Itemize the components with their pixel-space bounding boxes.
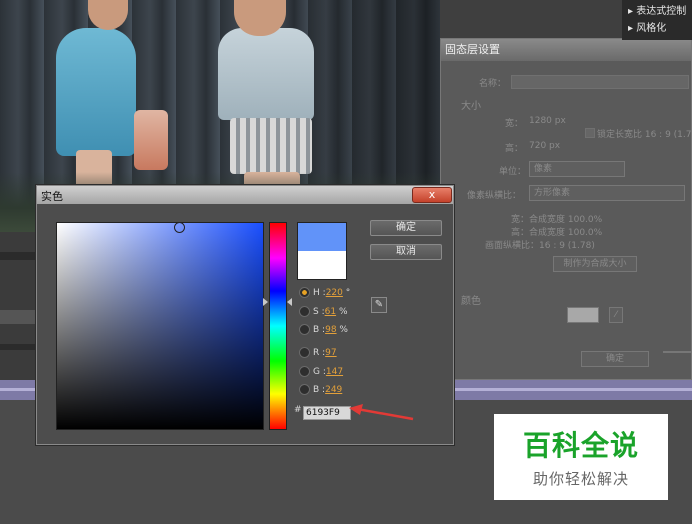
- hex-prefix: #: [294, 405, 302, 415]
- brightness-row: B :98 %: [299, 323, 348, 337]
- unit-label: 单位：: [499, 167, 527, 177]
- color-header: 颜色: [461, 296, 481, 307]
- hue-slider-handle-right[interactable]: [287, 298, 292, 306]
- hue-slider[interactable]: [269, 222, 287, 430]
- info-height: 高：合成宽度 100.0%: [511, 228, 603, 238]
- saturation-brightness-field[interactable]: [56, 222, 264, 430]
- size-header: 大小: [461, 101, 481, 112]
- width-value[interactable]: 1280 px: [529, 116, 566, 126]
- green-label: G: [313, 367, 320, 377]
- info-width: 宽：合成宽度 100.0%: [511, 215, 603, 225]
- red-radio[interactable]: [299, 347, 310, 358]
- effects-item[interactable]: ▸ 表达式控制: [622, 0, 692, 17]
- name-input[interactable]: [511, 75, 689, 89]
- info-frame-aspect: 画面纵横比：16 : 9 (1.78): [485, 241, 595, 251]
- hex-input[interactable]: 6193F9: [303, 406, 351, 420]
- girl-figure: [56, 28, 136, 156]
- red-arrow-annotation: [349, 404, 414, 421]
- eyedropper-icon[interactable]: ✎: [371, 297, 387, 313]
- blue-row: B :249: [299, 383, 342, 397]
- pixel-aspect-label: 像素纵横比：: [467, 191, 522, 201]
- saturation-label: S: [313, 307, 319, 317]
- color-swatch[interactable]: [567, 307, 599, 323]
- new-color-swatch: [298, 223, 346, 251]
- width-label: 宽：: [505, 119, 524, 129]
- layer-ok-button[interactable]: 确定: [581, 351, 649, 367]
- color-preview: [297, 222, 347, 280]
- solid-layer-settings-dialog: 固态层设置 名称： 大小 宽： 1280 px 高： 720 px 锁定长宽比 …: [440, 38, 692, 380]
- title-bar: [37, 186, 453, 204]
- hue-label: H: [313, 288, 320, 298]
- name-label: 名称：: [479, 79, 507, 89]
- brightness-unit: %: [339, 325, 348, 335]
- effects-presets-list: ▸ 表达式控制 ▸ 风格化: [622, 0, 692, 40]
- girl-head: [88, 0, 128, 30]
- boy-shorts: [230, 118, 312, 174]
- watermark-title: 百科全说: [522, 429, 639, 462]
- blue-label: B: [313, 385, 320, 395]
- blue-value[interactable]: 249: [325, 385, 342, 395]
- arrow-shaft: [356, 407, 414, 421]
- boy-figure: [218, 28, 314, 120]
- green-value[interactable]: 147: [326, 367, 343, 377]
- hue-unit: °: [345, 288, 351, 298]
- lock-aspect-checkbox[interactable]: [585, 128, 595, 138]
- arrow-head: [349, 404, 363, 415]
- hue-row: H :220 °: [299, 286, 350, 300]
- ok-button[interactable]: 确定: [370, 220, 442, 236]
- cancel-button[interactable]: 取消: [370, 244, 442, 260]
- red-value[interactable]: 97: [325, 348, 336, 358]
- green-row: G :147: [299, 365, 343, 379]
- green-radio[interactable]: [299, 366, 310, 377]
- lock-aspect-label: 锁定长宽比 16 : 9 (1.78): [597, 130, 692, 140]
- saturation-unit: %: [338, 307, 348, 317]
- watermark-subtitle: 助你轻松解决: [532, 470, 629, 488]
- saturation-radio[interactable]: [299, 306, 310, 317]
- hue-slider-handle-left[interactable]: [263, 298, 268, 306]
- basket: [134, 110, 168, 170]
- color-picker-cursor[interactable]: [174, 222, 185, 233]
- height-label: 高：: [505, 144, 524, 154]
- hue-radio[interactable]: [299, 287, 310, 298]
- layer-cancel-button[interactable]: [663, 351, 692, 353]
- red-label: R: [313, 348, 320, 358]
- dialog-title: 固态层设置: [441, 39, 691, 61]
- dialog-title: 实色: [41, 190, 63, 203]
- pixel-aspect-select[interactable]: 方形像素: [529, 185, 685, 201]
- make-comp-size-button[interactable]: 制作为合成大小: [553, 256, 637, 272]
- height-value[interactable]: 720 px: [529, 141, 560, 151]
- hue-value[interactable]: 220: [326, 288, 343, 298]
- blue-radio[interactable]: [299, 384, 310, 395]
- eyedropper-icon[interactable]: ⁄: [609, 307, 623, 323]
- brightness-radio[interactable]: [299, 324, 310, 335]
- original-color-swatch[interactable]: [298, 251, 346, 279]
- saturation-row: S :61 %: [299, 305, 348, 319]
- brightness-value[interactable]: 98: [325, 325, 336, 335]
- effects-item[interactable]: ▸ 风格化: [622, 17, 692, 34]
- watermark: 百科全说 助你轻松解决: [494, 414, 668, 500]
- saturation-value[interactable]: 61: [325, 307, 336, 317]
- red-row: R :97: [299, 346, 337, 360]
- unit-select[interactable]: 像素: [529, 161, 625, 177]
- brightness-label: B: [313, 325, 320, 335]
- close-button[interactable]: x: [412, 187, 452, 203]
